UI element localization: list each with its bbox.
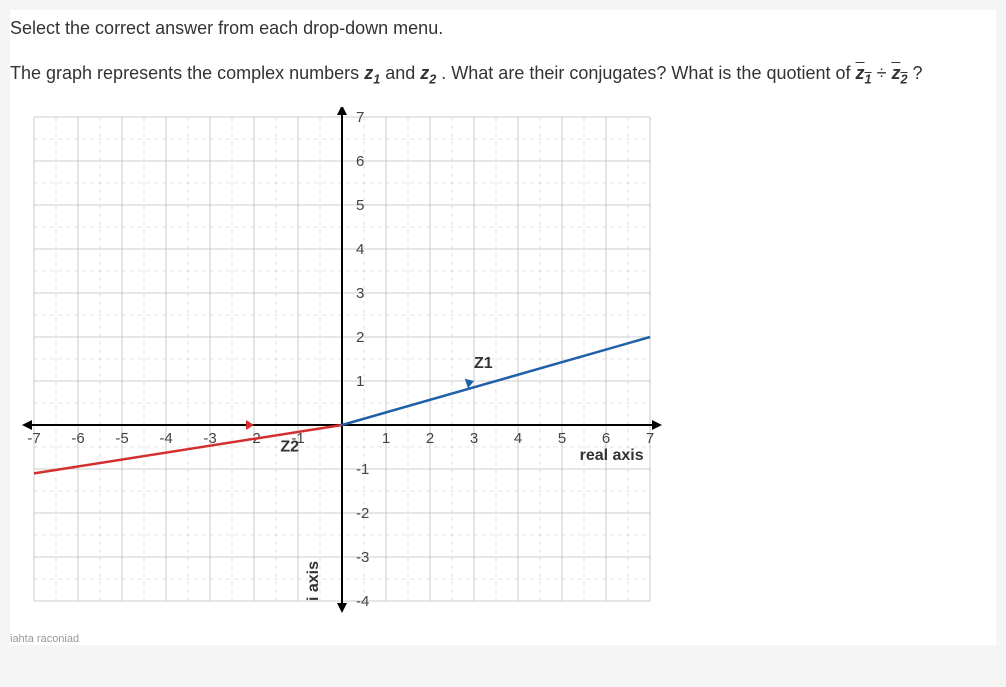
var-z1-bar: z1 (856, 63, 872, 83)
svg-text:4: 4 (514, 430, 522, 447)
svg-text:1: 1 (356, 373, 364, 390)
svg-text:-4: -4 (356, 593, 369, 610)
problem-statement: The graph represents the complex numbers… (10, 63, 996, 107)
var-z2: z2 (420, 63, 436, 83)
divide-sign: ÷ (877, 63, 892, 83)
svg-text:-3: -3 (356, 549, 369, 566)
chart-svg: -7-6-5-4-3-2-11234567-4-3-2-11234567Z1Z2… (10, 107, 690, 627)
svg-text:-7: -7 (27, 430, 40, 447)
problem-prefix: The graph represents the complex numbers (10, 63, 364, 83)
svg-text:1: 1 (382, 430, 390, 447)
problem-mid: . What are their conjugates? What is the… (441, 63, 855, 83)
svg-text:Z1: Z1 (474, 354, 493, 371)
footer-text: iahta raconiad (10, 627, 996, 645)
instruction-text: Select the correct answer from each drop… (10, 10, 996, 63)
svg-text:5: 5 (558, 430, 566, 447)
svg-text:-1: -1 (356, 461, 369, 478)
and-text: and (385, 63, 420, 83)
svg-text:-6: -6 (71, 430, 84, 447)
svg-text:2: 2 (426, 430, 434, 447)
svg-text:3: 3 (356, 285, 364, 302)
svg-text:2: 2 (356, 329, 364, 346)
svg-text:6: 6 (356, 153, 364, 170)
svg-text:-5: -5 (115, 430, 128, 447)
svg-text:3: 3 (470, 430, 478, 447)
var-z1: z1 (364, 63, 380, 83)
svg-text:5: 5 (356, 197, 364, 214)
svg-text:Z2: Z2 (280, 438, 299, 455)
svg-text:-4: -4 (159, 430, 172, 447)
svg-text:real axis: real axis (580, 447, 644, 464)
svg-text:-2: -2 (356, 505, 369, 522)
svg-text:i axis: i axis (305, 560, 322, 600)
svg-text:6: 6 (602, 430, 610, 447)
svg-text:7: 7 (646, 430, 654, 447)
question-container: Select the correct answer from each drop… (10, 10, 996, 645)
svg-text:7: 7 (356, 109, 364, 126)
var-z2-bar: z2 (891, 63, 907, 83)
svg-text:4: 4 (356, 241, 364, 258)
complex-plane-chart: -7-6-5-4-3-2-11234567-4-3-2-11234567Z1Z2… (10, 107, 690, 627)
problem-end: ? (912, 63, 922, 83)
